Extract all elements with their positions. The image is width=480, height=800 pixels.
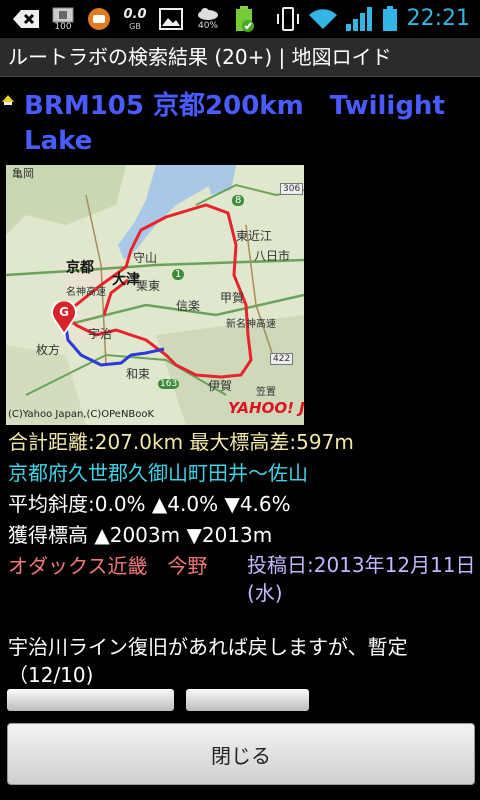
map-label-kasagi: 笠置 xyxy=(256,387,276,398)
road-8-badge: 8 xyxy=(232,195,245,206)
map-label-koka: 甲賀 xyxy=(220,291,245,305)
data-rate: 0.0 xyxy=(123,6,147,22)
map-label-kyoto: 京都 xyxy=(66,260,94,276)
route-detail[interactable]: BRM105 京都200km Twilight Lake 亀岡 京都 大津 守山… xyxy=(0,77,480,717)
close-button[interactable]: 閉じる xyxy=(7,723,475,785)
map-label-wazuka: 和束 xyxy=(126,367,151,381)
weather-percent: 40% xyxy=(197,21,218,31)
weather-icon: 40% xyxy=(194,6,222,32)
bulb-icon xyxy=(1,91,15,105)
goal-marker-icon[interactable]: G xyxy=(51,299,77,336)
map-label-ritto: 栗東 xyxy=(136,279,161,293)
signal-icon xyxy=(344,6,376,32)
route-comment: 宇治川ライン復旧があれば戻しますが、暫定（12/10) xyxy=(8,635,408,687)
road-306-badge: 306 xyxy=(280,183,304,195)
map-label-hirakata: 枚方 xyxy=(36,343,61,357)
status-bar: 100 0.0 GB 40% 22:21 xyxy=(0,0,480,38)
map-copyright: (C)Yahoo Japan,(C)OPeNBooK xyxy=(8,409,155,420)
battery-status-icon: 100 xyxy=(50,6,76,32)
road-422-badge: 422 xyxy=(270,353,294,365)
map-label-shinmeishin: 新名神高速 xyxy=(226,319,276,330)
action-button-1[interactable] xyxy=(7,689,174,711)
data-unit: GB xyxy=(129,21,141,31)
wifi-icon xyxy=(306,6,340,32)
route-elevation-gain: 獲得標高 ▲2003m ▼2013m xyxy=(8,523,273,547)
vibrate-icon xyxy=(274,6,302,32)
battery-percent-label: 100 xyxy=(54,21,72,32)
action-button-2[interactable] xyxy=(186,689,309,711)
map-label-yokaichi: 八日市 xyxy=(254,249,291,263)
map-label-iga: 伊賀 xyxy=(208,379,233,393)
road-163-badge: 163 xyxy=(158,379,180,389)
yahoo-logo: YAHOO! JAPAN xyxy=(228,399,304,417)
route-author[interactable]: オダックス近畿 今野 xyxy=(8,551,207,581)
app-notification-icon xyxy=(86,6,112,32)
route-slope: 平均斜度:0.0% ▲4.0% ▼4.6% xyxy=(8,492,291,516)
clock: 22:21 xyxy=(406,6,470,31)
window-title: ルートラボの検索結果 (20+) | 地図ロイド xyxy=(8,45,392,69)
map-label-kameoka: 亀岡 xyxy=(12,167,34,180)
battery-charging-icon xyxy=(232,6,256,32)
map-label-moriyama: 守山 xyxy=(133,251,158,265)
title-bar: ルートラボの検索結果 (20+) | 地図ロイド xyxy=(0,38,480,77)
route-title: BRM105 京都200km Twilight Lake xyxy=(24,89,474,159)
map-label-meishin: 名神高速 xyxy=(66,287,106,298)
route-map[interactable]: 亀岡 京都 大津 守山 東近江 八日市 栗東 信楽 甲賀 宇治 和束 伊賀 枚方… xyxy=(6,165,304,425)
route-distance: 合計距離:207.0km 最大標高差:597m xyxy=(8,430,354,454)
bottom-bar: 閉じる xyxy=(0,717,480,800)
back-arrow-icon xyxy=(10,6,42,32)
goal-marker-label: G xyxy=(59,305,69,319)
route-title-line1: BRM105 京都200km Twilight xyxy=(24,91,445,121)
route-location: 京都府久世郡久御山町田井～佐山 xyxy=(8,461,308,485)
battery-icon xyxy=(380,6,400,32)
map-label-higashiomi: 東近江 xyxy=(236,229,273,243)
route-post-date: 投稿日:2013年12月11日(水) xyxy=(247,553,476,605)
data-usage-icon: 0.0 GB xyxy=(120,6,150,32)
map-label-shigaraki: 信楽 xyxy=(176,299,201,313)
route-title-line2: Lake xyxy=(24,126,93,156)
image-icon xyxy=(158,6,184,32)
map-label-uji: 宇治 xyxy=(88,327,113,341)
